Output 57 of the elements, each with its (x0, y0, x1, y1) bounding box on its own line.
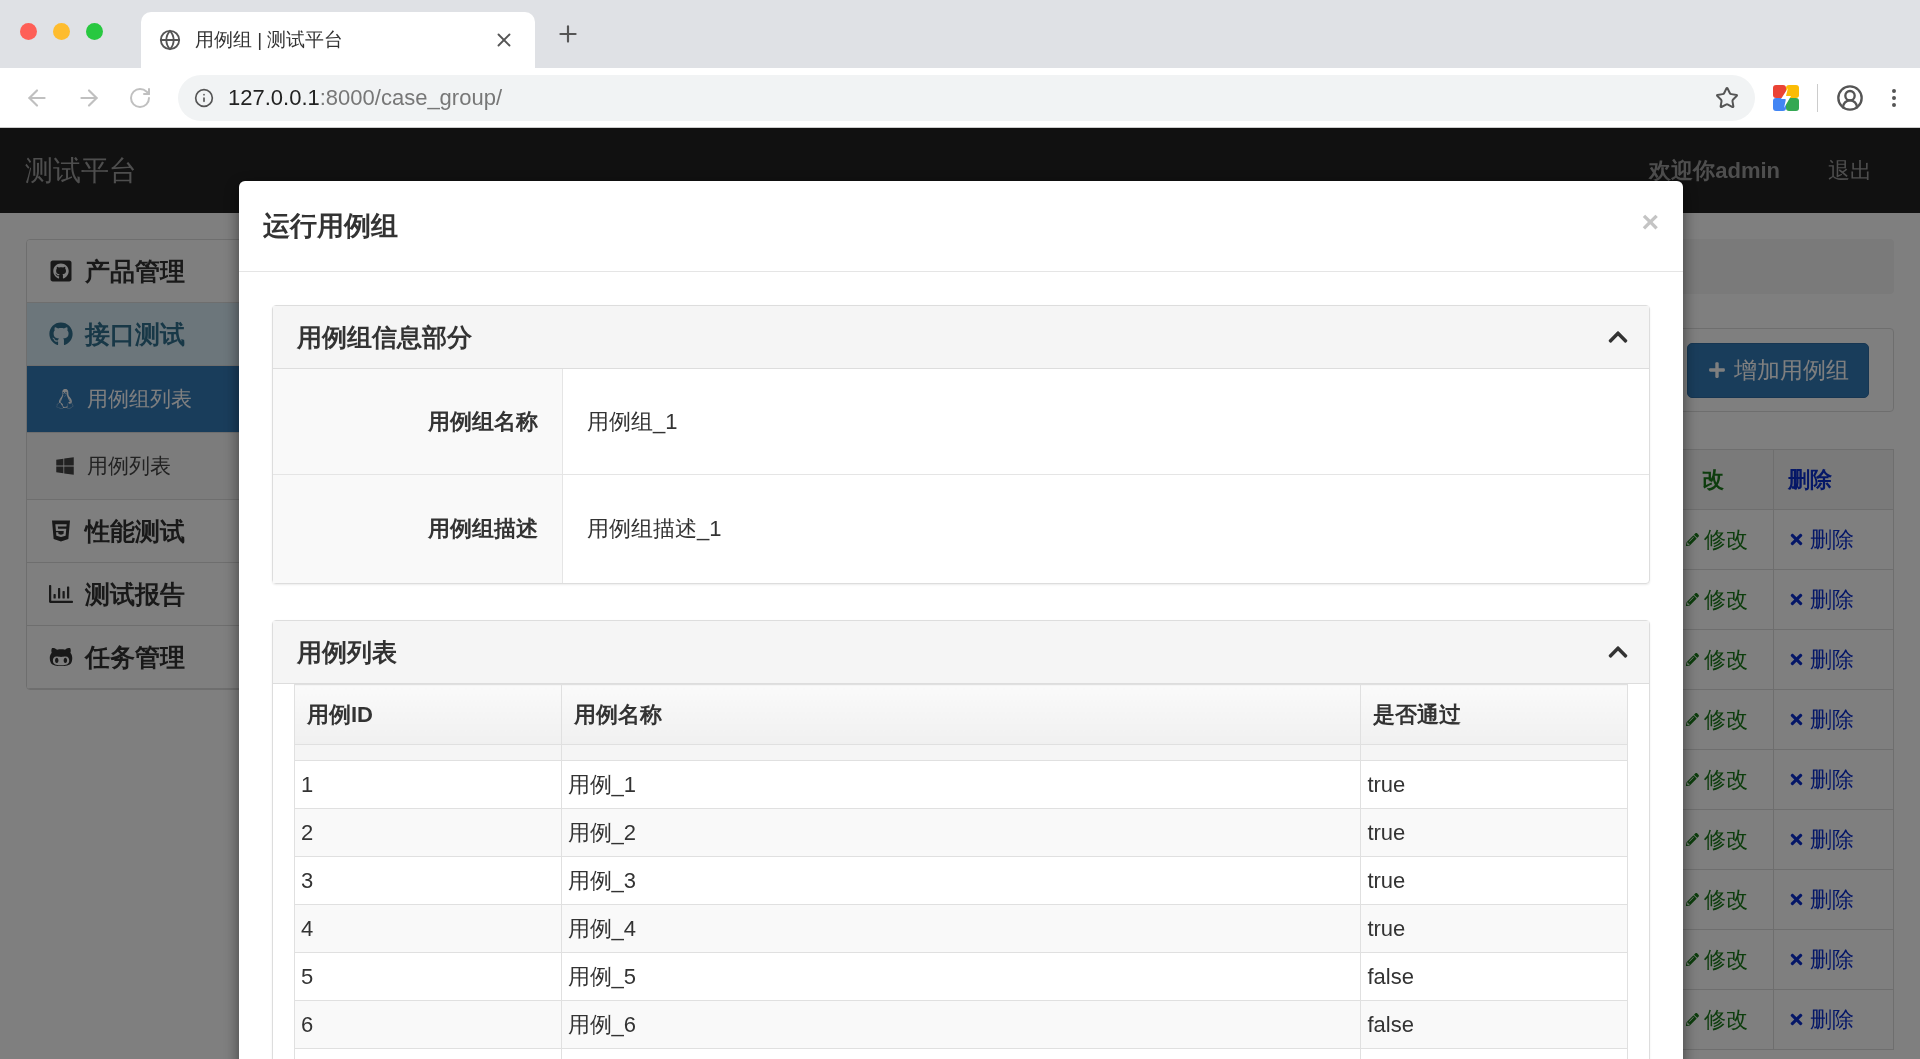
pencil-icon (1686, 833, 1699, 846)
address-bar[interactable]: 127.0.0.1:8000/case_group/ (178, 74, 1755, 121)
table-cell: 用例_1 (561, 760, 1361, 809)
table-cell: true (1360, 856, 1628, 905)
html5-icon (49, 519, 73, 543)
github-icon (49, 259, 73, 283)
pencil-icon (1686, 773, 1699, 786)
profile-icon[interactable] (1836, 83, 1864, 112)
github-icon (49, 322, 73, 346)
column-header: 用例ID (294, 684, 562, 745)
table-cell: 用例_6 (561, 1000, 1361, 1049)
pencil-icon (1686, 893, 1699, 906)
field-label: 用例组名称 (273, 369, 563, 474)
table-cell: 3 (294, 856, 562, 905)
bar-chart-icon (49, 582, 73, 606)
plus-icon (1707, 361, 1726, 379)
browser-tab[interactable]: 用例组 | 测试平台 (141, 12, 535, 68)
globe-icon (159, 29, 181, 51)
table-cell: 用例_4 (561, 904, 1361, 953)
column-header: 是否通过 (1360, 684, 1628, 745)
cat-face-icon (49, 645, 73, 669)
table-cell: 4 (294, 904, 562, 953)
column-header: 用例名称 (561, 684, 1361, 745)
table-cell: true (1360, 904, 1628, 953)
table-cell: 5 (294, 952, 562, 1001)
table-cell: 用例_5 (561, 952, 1361, 1001)
column-header: 删除 (1773, 449, 1894, 510)
table-cell: false (1360, 952, 1628, 1001)
field-value: 用例组_1 (586, 407, 679, 436)
add-group-button[interactable]: 增加用例组 (1687, 342, 1869, 398)
tab-title: 用例组 | 测试平台 (195, 28, 345, 52)
pencil-icon (1686, 713, 1699, 726)
penguin-icon (55, 389, 75, 409)
url-text: 127.0.0.1:8000/case_group/ (228, 84, 503, 111)
field-label: 用例组描述 (273, 475, 563, 583)
pencil-icon (1686, 533, 1699, 546)
table-cell: 用例_2 (561, 808, 1361, 857)
info-icon (194, 87, 214, 108)
table-cell: 6 (294, 1000, 562, 1049)
windows-logo-icon (55, 456, 75, 476)
pencil-icon (1686, 1013, 1699, 1026)
star-icon[interactable] (1715, 85, 1739, 110)
table-cell: true (1360, 808, 1628, 857)
table-cell: 2 (294, 808, 562, 857)
table-cell: true (1360, 760, 1628, 809)
table-cell: 用例_3 (561, 856, 1361, 905)
pencil-icon (1686, 953, 1699, 966)
field-value: 用例组描述_1 (586, 515, 723, 543)
pencil-icon (1686, 593, 1699, 606)
table-cell: 1 (294, 760, 562, 809)
logout-link[interactable]: 退出 (1828, 155, 1872, 186)
pencil-icon (1686, 653, 1699, 666)
welcome-link[interactable]: 欢迎你admin (1649, 155, 1780, 186)
extension-icon[interactable] (1773, 84, 1799, 111)
reload-icon (128, 85, 152, 110)
table-cell: false (1360, 1000, 1628, 1049)
modal-title: 运行用例组 (263, 210, 399, 243)
